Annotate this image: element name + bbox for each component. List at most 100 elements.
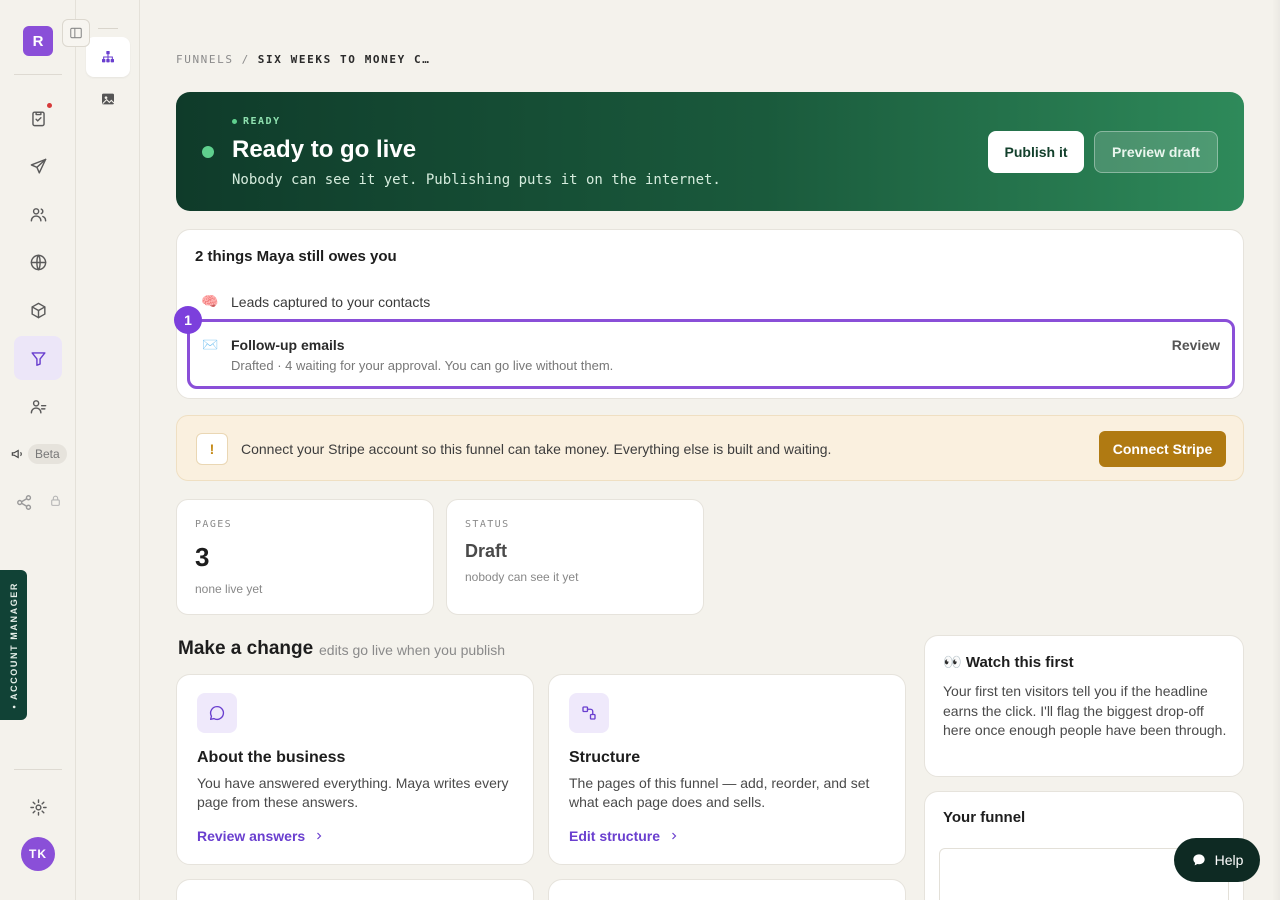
watch-title: 👀 Watch this first [943,654,1074,671]
ready-banner: READY Ready to go live Nobody can see it… [176,92,1244,211]
image-icon [102,93,115,105]
funnel-icon [30,351,46,366]
stripe-notice: ! Connect your Stripe account so this fu… [176,415,1244,481]
breadcrumb-separator: / [241,53,250,66]
review-button[interactable]: Review [1172,337,1220,353]
rail2-funnel-map[interactable] [86,37,130,77]
box-icon [30,302,46,318]
publish-button[interactable]: Publish it [988,131,1084,173]
rail-tasks[interactable] [14,96,62,140]
status-label: READY [232,116,281,127]
pending-item-leads: 🧠 Leads captured to your contacts [201,293,430,310]
breadcrumb: FUNNELS / SIX WEEKS TO MONEY C… [176,53,430,66]
card-structure-text: The pages of this funnel — add, reorder,… [569,775,870,810]
brain-icon: 🧠 [201,293,219,309]
connect-stripe-button[interactable]: Connect Stripe [1099,431,1226,467]
stat-status: STATUS Draft nobody can see it yet [446,499,704,615]
step-badge: 1 [174,306,202,334]
warning-icon: ! [196,433,228,465]
share-nodes-icon [16,494,31,510]
rail-products[interactable] [14,288,62,332]
help-label: Help [1214,852,1244,868]
rail-settings[interactable] [14,785,62,829]
pending-item-follow-up[interactable]: ✉️ Follow-up emails Drafted · 4 waiting … [187,319,1235,389]
card-structure[interactable]: Structure The pages of this funnel — add… [548,674,906,865]
stat-pages-sub: none live yet [195,582,263,596]
rail-divider-bottom [14,769,62,770]
card-about-icon-wrap [197,693,237,733]
pending-item-leads-title: Leads captured to your contacts [231,293,431,310]
chat-icon [1192,854,1205,866]
left-rail: R Beta • ACCOUNT MANAGER TK [0,0,76,900]
pending-title: 2 things Maya still owes you [195,248,397,265]
pending-items-panel: 2 things Maya still owes you 🧠 Leads cap… [176,229,1244,399]
envelope-icon: ✉️ [202,337,219,352]
stat-pages-label: PAGES [195,519,233,530]
follow-up-title: Follow-up emails [231,337,345,353]
help-button[interactable]: Help [1174,838,1260,882]
account-manager-tab[interactable]: • ACCOUNT MANAGER [0,570,27,720]
rail-announcements[interactable]: Beta [10,444,67,464]
globe-icon [30,254,46,270]
stat-pages: PAGES 3 none live yet [176,499,434,615]
app-logo[interactable]: R [23,26,53,56]
section-subtitle: edits go live when you publish [319,642,506,658]
follow-up-subtitle: Drafted · 4 waiting for your approval. Y… [231,358,614,373]
preview-draft-button[interactable]: Preview draft [1094,131,1218,173]
gear-icon [29,798,47,816]
review-answers-link[interactable]: Review answers [197,828,325,844]
card-structure-title: Structure [569,749,641,766]
review-answers-label: Review answers [197,828,306,844]
card-about-business[interactable]: About the business You have answered eve… [176,674,534,865]
main-content: FUNNELS / SIX WEEKS TO MONEY C… READY Re… [140,0,1280,900]
status-label-text: READY [243,116,281,127]
sidebar-toggle-icon [70,27,82,39]
rail-audience[interactable] [14,192,62,236]
chat-bubble-icon [209,705,225,721]
card-about-text: You have answered everything. Maya write… [197,775,509,810]
rail-divider [14,74,62,75]
your-funnel-title: Your funnel [943,809,1026,826]
sitemap-icon [102,51,114,63]
rail-contacts[interactable] [14,384,62,428]
rail2-divider [98,28,118,29]
people-icon [30,399,46,414]
stat-pages-value: 3 [195,542,210,572]
stat-status-label: STATUS [465,519,510,530]
chevron-right-icon [317,832,322,840]
lock-icon [49,494,62,512]
stat-status-sub: nobody can see it yet [465,570,579,584]
status-mini-dot [232,119,237,124]
secondary-rail [76,0,140,900]
stat-status-value: Draft [465,541,508,561]
notification-dot [47,103,52,108]
banner-title: Ready to go live [232,136,417,163]
collapse-sidebar-button[interactable] [62,19,90,47]
card-structure-icon-wrap [569,693,609,733]
megaphone-icon [11,449,22,459]
structure-icon [582,706,596,720]
clipboard-check-icon [31,110,45,126]
card-about-title: About the business [197,749,346,766]
breadcrumb-current: SIX WEEKS TO MONEY C… [257,53,431,66]
rail-send[interactable] [14,144,62,188]
send-icon [30,158,46,174]
rail-integrations[interactable] [2,480,46,524]
card-placeholder-2[interactable] [548,879,906,900]
section-title: Make a change [178,638,314,659]
stripe-notice-text: Connect your Stripe account so this funn… [241,441,832,457]
edit-structure-link[interactable]: Edit structure [569,828,680,844]
user-avatar[interactable]: TK [21,837,55,871]
breadcrumb-funnels[interactable]: FUNNELS [176,53,234,66]
watch-panel: 👀 Watch this first Your first ten visito… [924,635,1244,777]
banner-subtitle: Nobody can see it yet. Publishing puts i… [232,172,721,188]
rail-websites[interactable] [14,240,62,284]
rail-funnels[interactable] [14,336,62,380]
scroll-edge [1272,0,1280,900]
status-dot [202,146,214,158]
watch-text: Your first ten visitors tell you if the … [943,683,1227,738]
rail2-media[interactable] [86,79,130,119]
account-manager-label: • ACCOUNT MANAGER [8,581,19,709]
card-placeholder-1[interactable] [176,879,534,900]
chevron-right-icon [672,832,677,840]
